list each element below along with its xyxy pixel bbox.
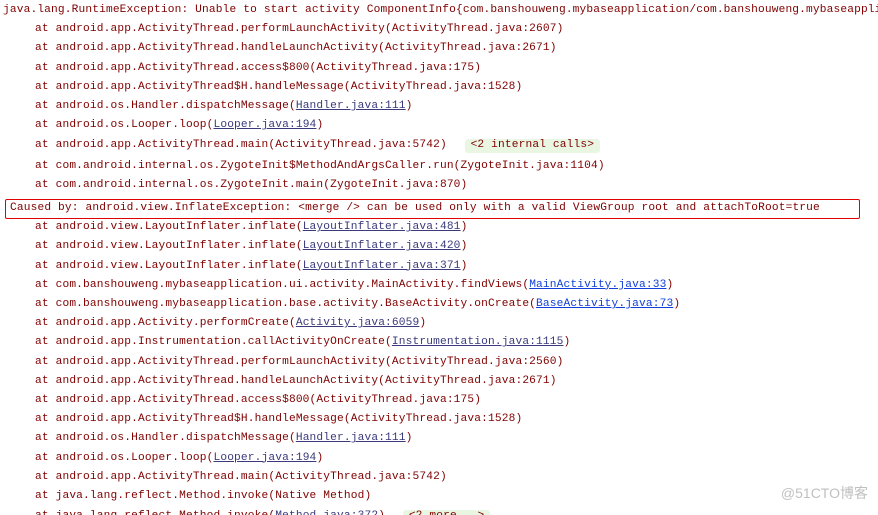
stack-frame-text: ) (406, 100, 413, 112)
stack-frame: at android.app.ActivityThread.access$800… (3, 394, 878, 413)
stack-frame: at com.banshouweng.mybaseapplication.ui.… (3, 279, 878, 298)
stack-frame-text: ) (419, 317, 426, 329)
stack-frame: at java.lang.reflect.Method.invoke(Metho… (3, 509, 878, 515)
stack-frame: at com.banshouweng.mybaseapplication.bas… (3, 298, 878, 317)
fold-tag[interactable]: <2 more...> (403, 510, 491, 515)
stack-frame: at com.android.internal.os.ZygoteInit.ma… (3, 179, 878, 198)
source-link[interactable]: Handler.java:111 (296, 432, 406, 444)
source-link[interactable]: Handler.java:111 (296, 100, 406, 112)
source-link[interactable]: LayoutInflater.java:481 (303, 221, 461, 233)
stack-frame: at android.app.ActivityThread.main(Activ… (3, 471, 878, 490)
stack-frame: at android.os.Looper.loop(Looper.java:19… (3, 452, 878, 471)
stack-frame: at android.app.ActivityThread.access$800… (3, 62, 878, 81)
stack-frame: at android.app.ActivityThread$H.handleMe… (3, 413, 878, 432)
stack-frame-text: ) (461, 221, 468, 233)
stack-frame-text: at java.lang.reflect.Method.invoke( (35, 510, 275, 515)
stack-frame: at android.app.Activity.performCreate(Ac… (3, 317, 878, 336)
stack-frame: at android.view.LayoutInflater.inflate(L… (3, 221, 878, 240)
source-link[interactable]: Activity.java:6059 (296, 317, 420, 329)
watermark: @51CTO博客 (781, 483, 868, 503)
stack-frame: at android.app.ActivityThread.performLau… (3, 356, 878, 375)
fold-tag[interactable]: <2 internal calls> (465, 139, 601, 152)
exception-header: java.lang.RuntimeException: Unable to st… (3, 4, 878, 23)
stack-frame: at com.android.internal.os.ZygoteInit$Me… (3, 160, 878, 179)
source-link[interactable]: LayoutInflater.java:420 (303, 240, 461, 252)
stack-frame: at android.app.ActivityThread.handleLaun… (3, 375, 878, 394)
cause-line: Caused by: android.view.InflateException… (5, 199, 860, 219)
stack-frame-text: at android.app.ActivityThread.main(Activ… (35, 139, 447, 151)
stack-frame-text: at android.os.Looper.loop( (35, 119, 213, 131)
stack-frame-text: ) (564, 336, 571, 348)
stack-frame-text: at android.os.Looper.loop( (35, 452, 213, 464)
stack-frame: at java.lang.reflect.Method.invoke(Nativ… (3, 490, 878, 509)
source-link[interactable]: LayoutInflater.java:371 (303, 260, 461, 272)
stack-frame-text: at com.banshouweng.mybaseapplication.bas… (35, 298, 536, 310)
stack-frame: at android.app.Instrumentation.callActiv… (3, 336, 878, 355)
stack-frame-text: ) (316, 452, 323, 464)
stack-frame: at android.app.ActivityThread$H.handleMe… (3, 81, 878, 100)
stack-frame: at android.os.Handler.dispatchMessage(Ha… (3, 100, 878, 119)
stack-frame-text: ) (406, 432, 413, 444)
stack-frame-text: at android.view.LayoutInflater.inflate( (35, 240, 303, 252)
source-link[interactable]: Looper.java:194 (213, 119, 316, 131)
stack-frame-text: at android.app.Instrumentation.callActiv… (35, 336, 392, 348)
stack-frame-text: at android.view.LayoutInflater.inflate( (35, 260, 303, 272)
stack-frame-text: ) (666, 279, 673, 291)
stack-frame-text: ) (461, 240, 468, 252)
stack-frame-text: at android.os.Handler.dispatchMessage( (35, 432, 296, 444)
stack-frame-text: at android.view.LayoutInflater.inflate( (35, 221, 303, 233)
stack-frame-text: at android.app.Activity.performCreate( (35, 317, 296, 329)
source-link[interactable]: BaseActivity.java:73 (536, 298, 673, 310)
stack-frame: at android.app.ActivityThread.handleLaun… (3, 42, 878, 61)
source-link[interactable]: Method.java:372 (275, 510, 378, 515)
stack-frame: at android.app.ActivityThread.main(Activ… (3, 138, 878, 159)
source-link[interactable]: Instrumentation.java:1115 (392, 336, 564, 348)
stack-frame: at android.app.ActivityThread.performLau… (3, 23, 878, 42)
stack-frame-text: at android.os.Handler.dispatchMessage( (35, 100, 296, 112)
stack-frame-text: ) (461, 260, 468, 272)
stack-frame-text: ) (316, 119, 323, 131)
stack-frame: at android.os.Handler.dispatchMessage(Ha… (3, 432, 878, 451)
source-link[interactable]: Looper.java:194 (213, 452, 316, 464)
stack-frame-text: ) (673, 298, 680, 310)
stack-frame-text: ) (378, 510, 385, 515)
stack-frame: at android.os.Looper.loop(Looper.java:19… (3, 119, 878, 138)
stack-frame-text: at com.banshouweng.mybaseapplication.ui.… (35, 279, 529, 291)
stack-frame: at android.view.LayoutInflater.inflate(L… (3, 240, 878, 259)
stack-frame: at android.view.LayoutInflater.inflate(L… (3, 260, 878, 279)
stack-trace: java.lang.RuntimeException: Unable to st… (0, 0, 878, 515)
source-link[interactable]: MainActivity.java:33 (529, 279, 666, 291)
